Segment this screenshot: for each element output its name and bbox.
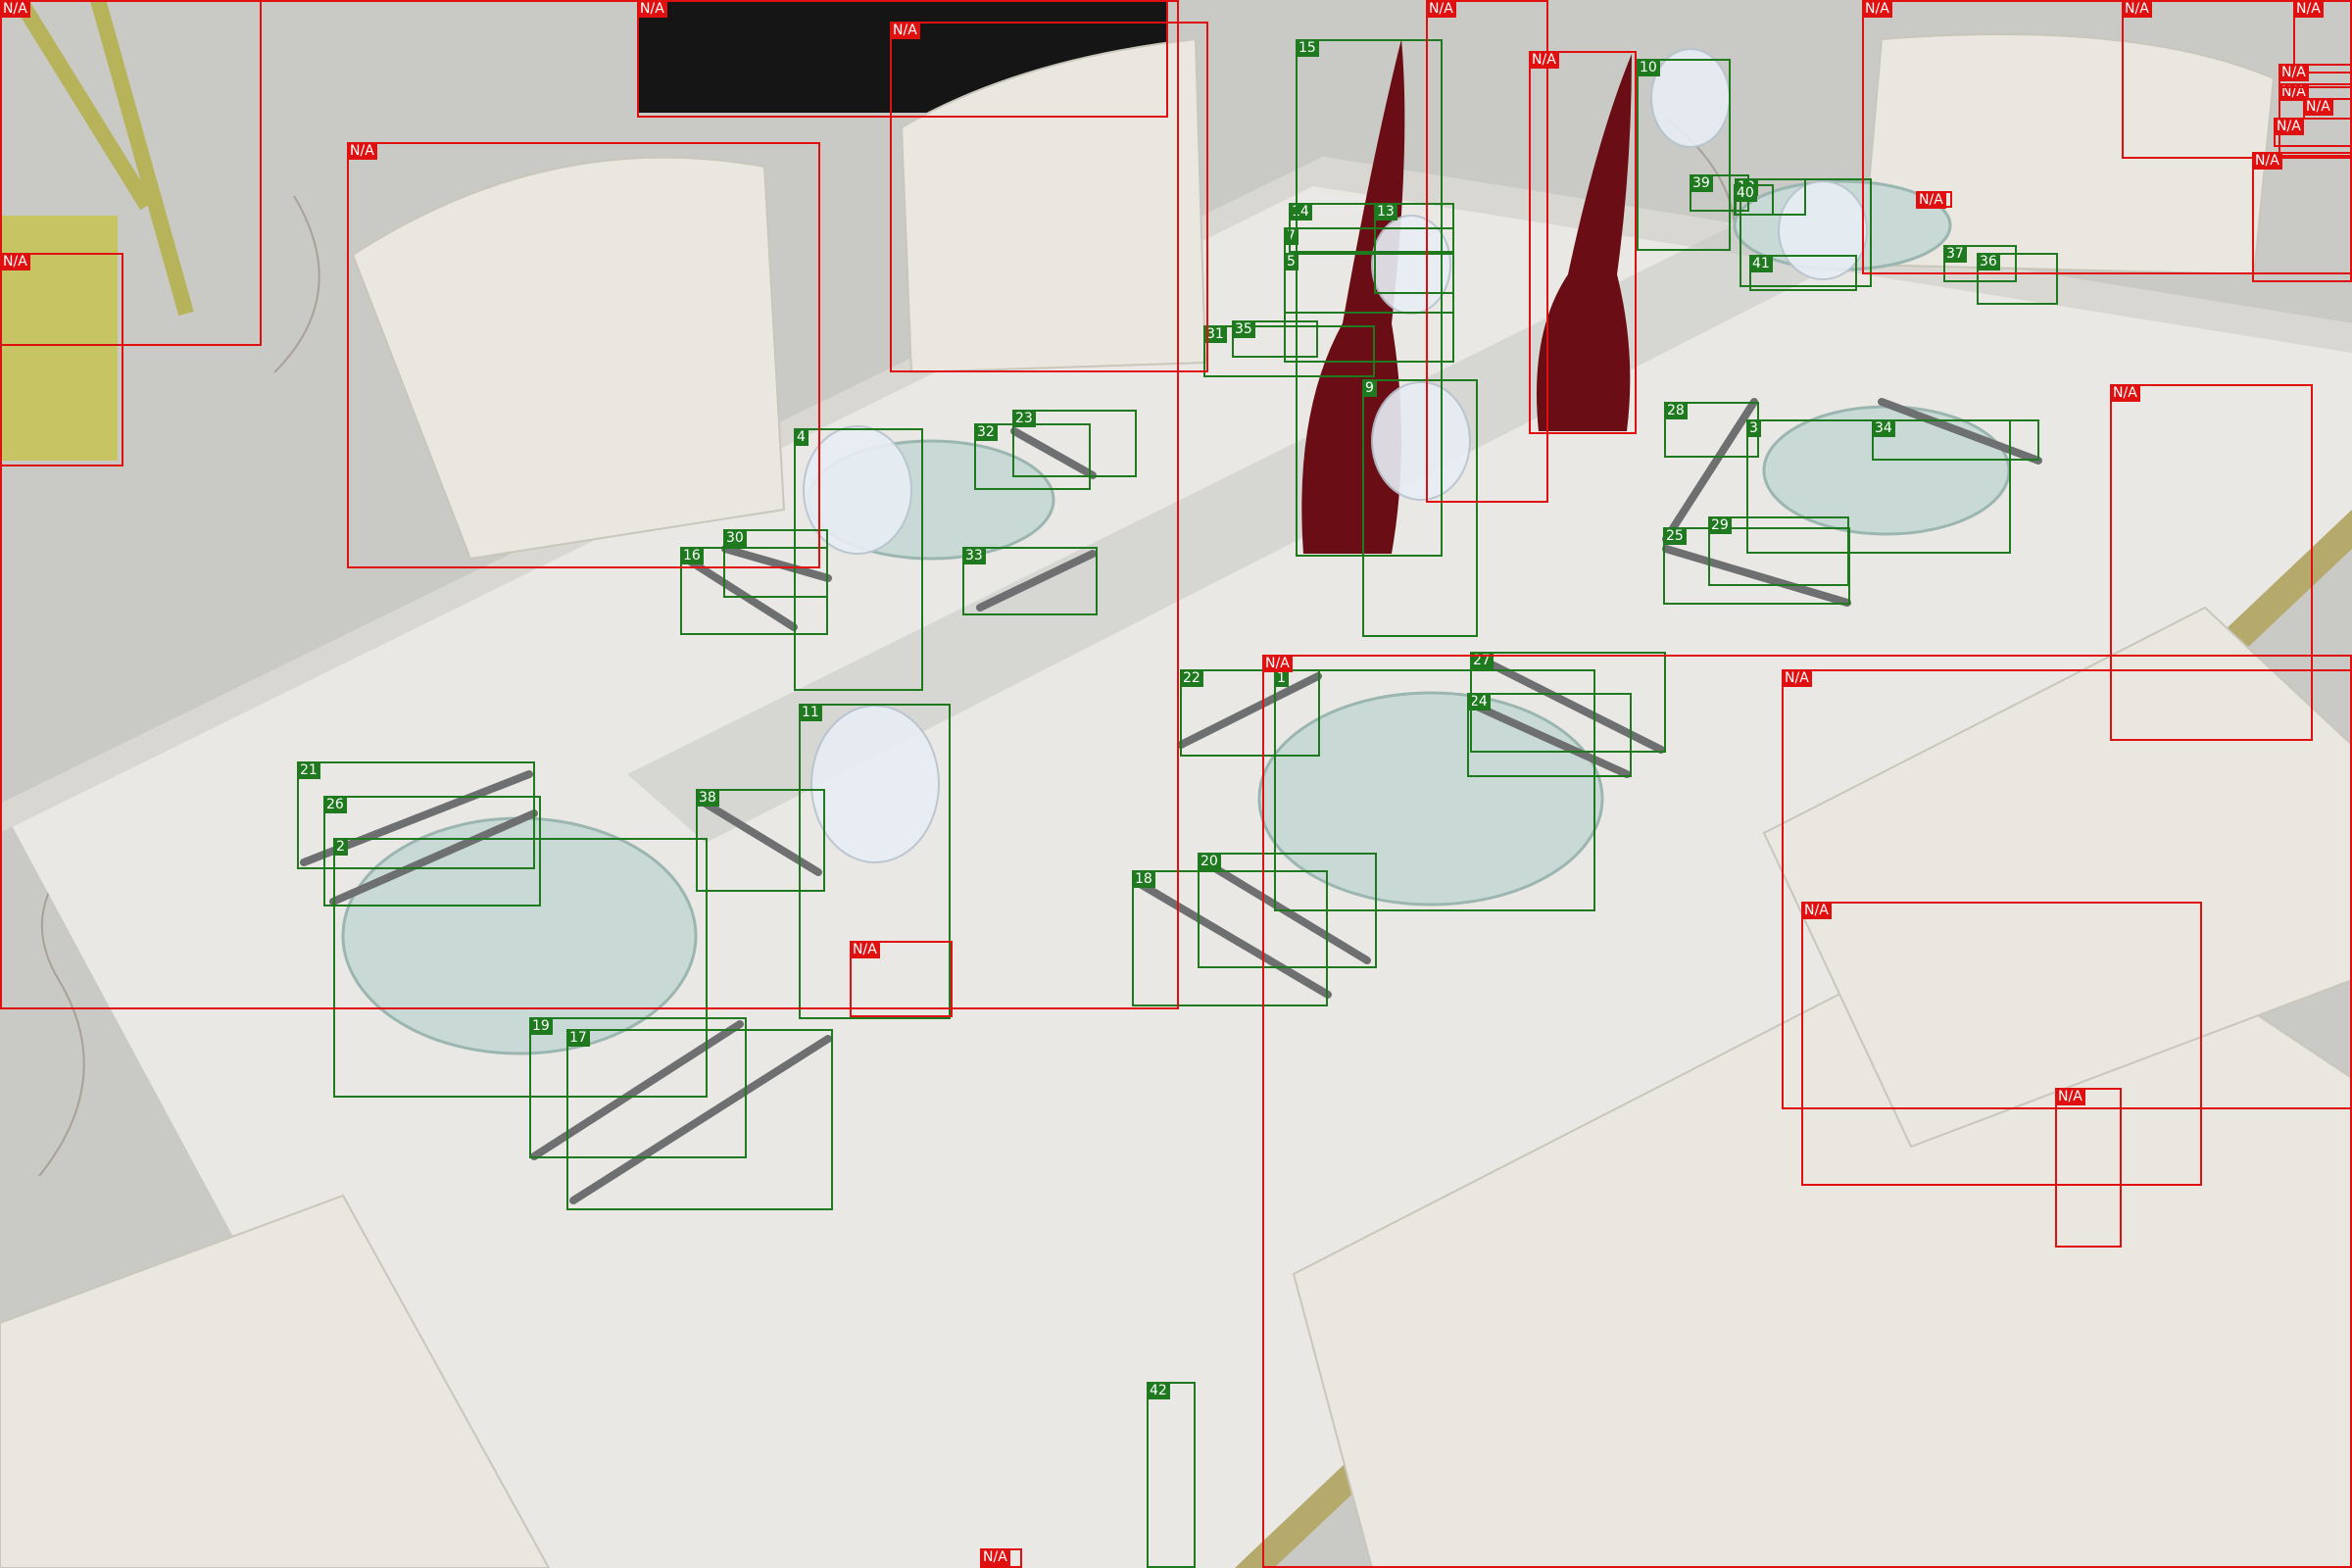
unlabeled-tag: N/A	[850, 941, 880, 958]
unlabeled-tag: N/A	[1262, 655, 1293, 672]
unlabeled-tag: N/A	[1782, 669, 1812, 687]
detection-box: 42	[1147, 1382, 1196, 1568]
unlabeled-box: N/A	[2055, 1088, 2122, 1248]
detection-label: 35	[1232, 320, 1255, 338]
detection-label: 22	[1180, 669, 1203, 687]
detection-label: 25	[1663, 527, 1687, 545]
unlabeled-tag: N/A	[1801, 902, 1832, 919]
detection-label: 28	[1664, 402, 1688, 419]
detection-box: 40	[1734, 184, 1774, 216]
unlabeled-tag: N/A	[2303, 98, 2333, 116]
unlabeled-tag: N/A	[2278, 64, 2309, 81]
unlabeled-tag: N/A	[2055, 1088, 2085, 1105]
unlabeled-box: N/A	[1529, 51, 1637, 434]
unlabeled-tag: N/A	[2293, 0, 2324, 18]
unlabeled-tag: N/A	[1529, 51, 1559, 69]
unlabeled-tag: N/A	[2252, 152, 2282, 170]
unlabeled-tag: N/A	[2122, 0, 2152, 18]
unlabeled-box: N/A	[1916, 191, 1952, 209]
unlabeled-box: N/A	[1801, 902, 2202, 1186]
unlabeled-box: N/A	[850, 941, 953, 1017]
unlabeled-tag: N/A	[637, 0, 667, 18]
unlabeled-tag: N/A	[2110, 384, 2140, 402]
unlabeled-tag: N/A	[347, 142, 377, 160]
detection-label: 34	[1872, 419, 1895, 437]
unlabeled-box: N/A	[0, 253, 123, 466]
detection-box: 41	[1749, 255, 1857, 291]
unlabeled-box: N/A	[890, 22, 1208, 372]
unlabeled-tag: N/A	[0, 0, 30, 18]
detection-label: 10	[1637, 59, 1660, 76]
detection-label: 19	[529, 1017, 553, 1035]
detection-box: 34	[1872, 419, 2039, 461]
unlabeled-box: N/A	[2252, 152, 2352, 282]
unlabeled-box: N/A	[980, 1548, 1022, 1568]
unlabeled-box: N/A	[2303, 98, 2352, 120]
unlabeled-box: N/A	[2293, 0, 2352, 74]
detection-label: 39	[1690, 174, 1713, 192]
detection-box: 15	[1296, 39, 1443, 557]
detection-label: 15	[1296, 39, 1319, 57]
detection-box: 35	[1232, 320, 1318, 358]
unlabeled-tag: N/A	[2274, 118, 2304, 135]
detection-label: 29	[1708, 516, 1732, 534]
unlabeled-tag: N/A	[980, 1548, 1010, 1566]
unlabeled-tag: N/A	[1916, 191, 1946, 209]
unlabeled-box: N/A	[2274, 118, 2352, 147]
detection-box: 10	[1637, 59, 1731, 251]
detection-box: 19	[529, 1017, 747, 1158]
unlabeled-tag: N/A	[0, 253, 30, 270]
detection-label: 40	[1734, 184, 1757, 202]
unlabeled-tag: N/A	[1426, 0, 1456, 18]
detection-box: 28	[1664, 402, 1759, 458]
detection-label: 41	[1749, 255, 1773, 272]
detection-label: 20	[1198, 853, 1221, 870]
detection-label: 42	[1147, 1382, 1170, 1399]
detection-box: 29	[1708, 516, 1849, 586]
unlabeled-box: N/A	[2278, 64, 2352, 88]
unlabeled-box: N/A	[347, 142, 820, 568]
unlabeled-tag: N/A	[1862, 0, 1892, 18]
unlabeled-tag: N/A	[890, 22, 920, 39]
